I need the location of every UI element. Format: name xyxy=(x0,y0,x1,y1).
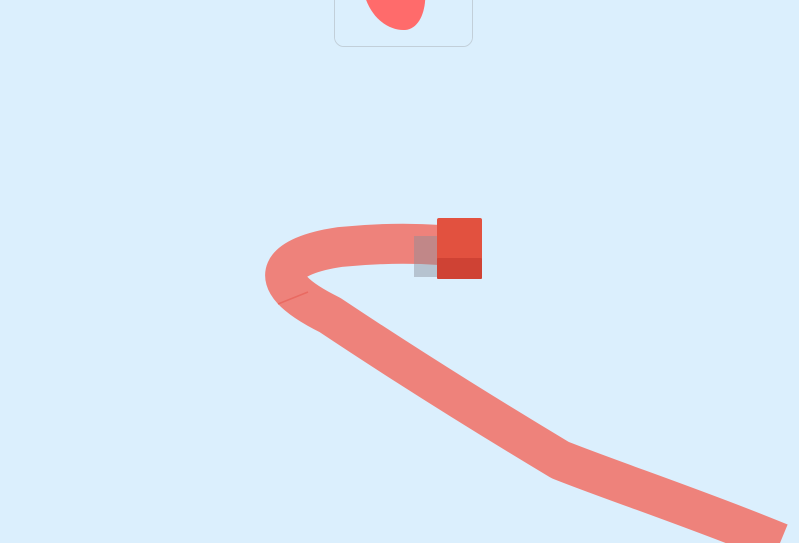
paint-trail xyxy=(265,223,788,543)
cube-shadow xyxy=(414,236,440,277)
next-shape-preview xyxy=(334,0,473,47)
game-stage[interactable] xyxy=(0,0,799,543)
red-blob-icon xyxy=(335,0,472,46)
cube-top-face xyxy=(437,218,482,260)
play-field[interactable] xyxy=(0,0,799,543)
cube-front-face xyxy=(437,258,482,279)
